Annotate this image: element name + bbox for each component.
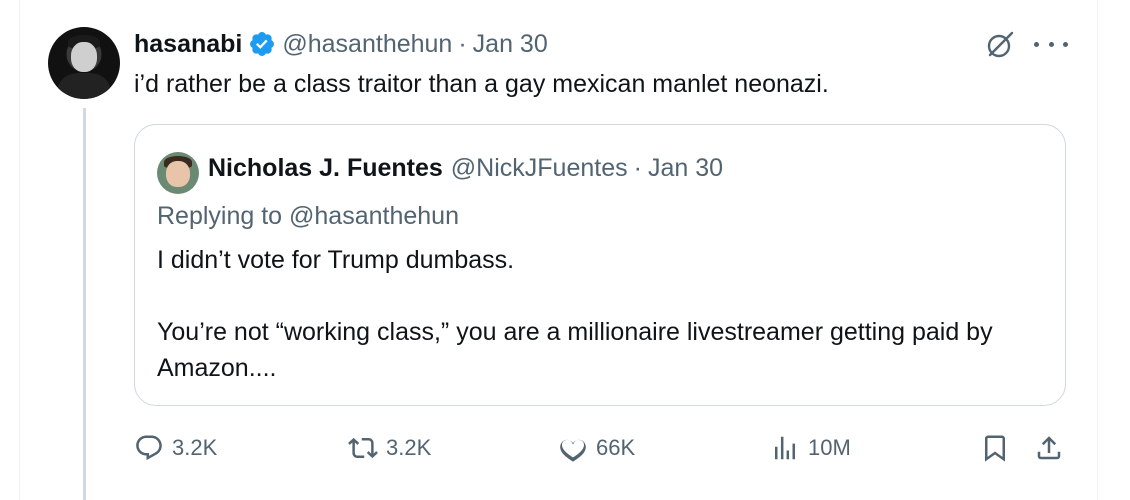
quoted-text-line: You’re not “working class,” you are a mi… — [157, 318, 993, 382]
quoted-header-separator: · — [633, 153, 642, 182]
replying-to-label: Replying to @hasanthehun — [157, 202, 459, 230]
like-count: 66K — [596, 435, 636, 460]
bookmark-button[interactable] — [980, 424, 1010, 472]
quoted-author-name: Nicholas J. Fuentes — [208, 153, 443, 182]
views-button[interactable]: 10M — [770, 424, 851, 472]
header-separator: · — [458, 29, 467, 58]
author-handle[interactable]: @hasanthehun — [282, 30, 452, 59]
reply-count: 3.2K — [172, 435, 218, 460]
quoted-tweet-date: Jan 30 — [647, 153, 724, 182]
reply-button[interactable]: 3.2K — [134, 424, 217, 472]
views-icon — [775, 436, 795, 460]
share-button[interactable] — [1034, 424, 1064, 472]
quoted-tweet-header: Nicholas J. Fuentes @NickJFuentes · Jan … — [208, 151, 723, 185]
quoted-author-handle: @NickJFuentes — [450, 153, 628, 182]
author-name[interactable]: hasanabi — [134, 30, 242, 59]
more-options-icon[interactable] — [1034, 32, 1068, 56]
heart-icon — [560, 439, 586, 462]
retweet-button[interactable]: 3.2K — [348, 424, 431, 472]
grok-icon[interactable] — [983, 28, 1017, 62]
tweet-header: hasanabi @hasanthehun · Jan 30 — [134, 27, 548, 61]
quoted-author-avatar — [157, 152, 199, 194]
retweet-icon — [348, 437, 378, 459]
quoted-tweet-card[interactable]: Nicholas J. Fuentes @NickJFuentes · Jan … — [134, 124, 1066, 406]
like-button[interactable]: 66K — [558, 424, 635, 472]
quoted-tweet-text: I didn’t vote for Trump dumbass. You’re … — [157, 242, 1037, 386]
tweet-date[interactable]: Jan 30 — [473, 30, 548, 59]
author-avatar[interactable] — [48, 27, 120, 99]
bookmark-icon — [985, 435, 1005, 462]
tweet-text: i’d rather be a class traitor than a gay… — [134, 70, 829, 98]
quoted-text-line: I didn’t vote for Trump dumbass. — [157, 246, 515, 274]
views-count: 10M — [808, 435, 851, 460]
verified-badge-icon[interactable] — [248, 30, 276, 58]
share-icon — [1037, 436, 1061, 460]
tweet-action-bar: 3.2K 3.2K 66K 10M — [0, 424, 1130, 472]
reply-icon — [136, 435, 162, 461]
retweet-count: 3.2K — [386, 435, 432, 460]
